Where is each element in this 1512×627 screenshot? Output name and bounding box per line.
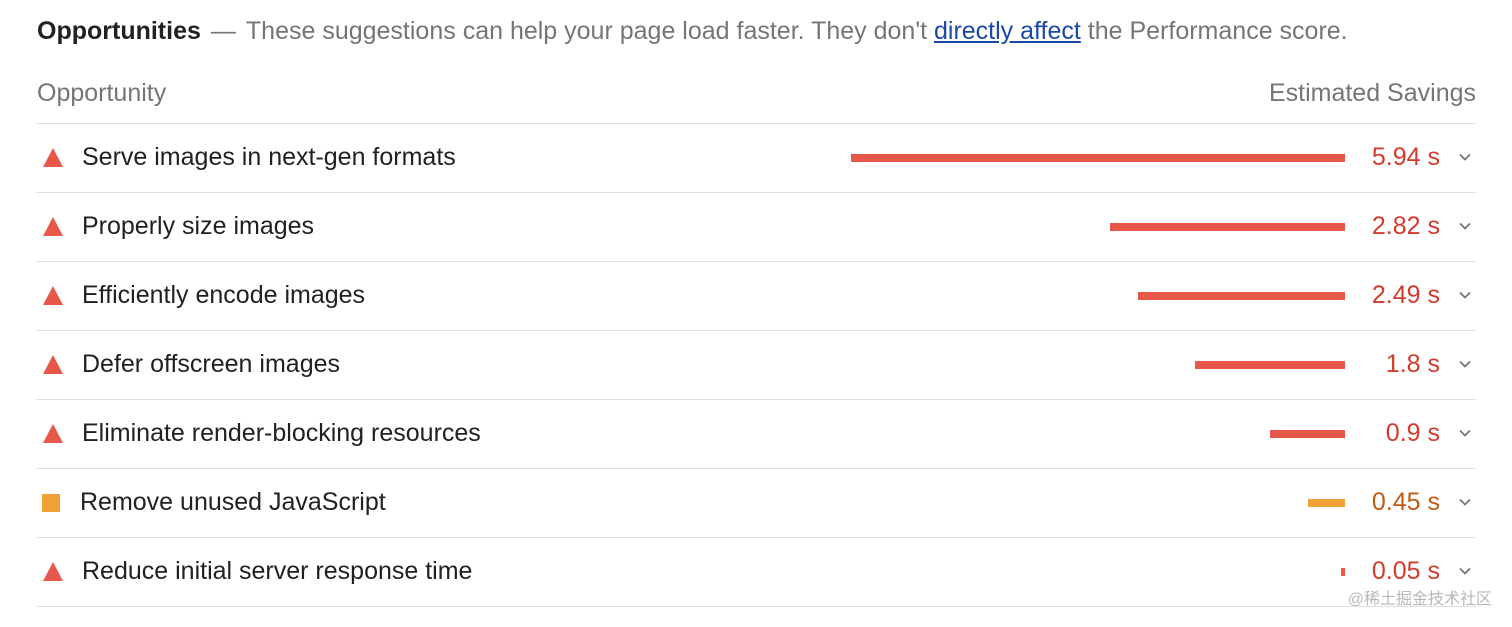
savings-value: 0.9 s bbox=[1385, 419, 1440, 447]
opportunity-row[interactable]: Efficiently encode images 2.49 s bbox=[36, 261, 1476, 330]
opportunity-label: Defer offscreen images bbox=[82, 350, 340, 378]
opportunity-label: Eliminate render-blocking resources bbox=[82, 419, 481, 447]
opportunity-row[interactable]: Remove unused JavaScript 0.45 s bbox=[36, 468, 1476, 537]
chevron-down-icon[interactable] bbox=[1458, 357, 1472, 371]
title-dash: — bbox=[210, 16, 236, 45]
savings-bar bbox=[1195, 361, 1345, 369]
opportunity-row[interactable]: Reduce initial server response time 0.05 … bbox=[36, 537, 1476, 607]
opportunity-row[interactable]: Defer offscreen images 1.8 s bbox=[36, 330, 1476, 399]
triangle-warning-icon bbox=[43, 148, 63, 167]
savings-value: 5.94 s bbox=[1371, 143, 1440, 171]
triangle-warning-icon bbox=[43, 355, 63, 374]
savings-value: 0.45 s bbox=[1371, 488, 1440, 516]
chevron-down-icon[interactable] bbox=[1458, 495, 1472, 509]
opportunity-column-header: Opportunity bbox=[37, 78, 167, 107]
savings-value: 1.8 s bbox=[1385, 350, 1440, 378]
directly-affect-link[interactable]: directly affect bbox=[934, 17, 1081, 45]
opportunities-header: Opportunities — These suggestions can hel… bbox=[37, 12, 1348, 50]
opportunity-row[interactable]: Eliminate render-blocking resources 0.9 s bbox=[36, 399, 1476, 468]
chevron-down-icon[interactable] bbox=[1458, 219, 1472, 233]
savings-bar bbox=[1341, 568, 1345, 576]
estimated-savings-column-header: Estimated Savings bbox=[1268, 78, 1476, 107]
opportunities-table: Serve images in next-gen formats 5.94 s Pr… bbox=[36, 123, 1476, 607]
triangle-warning-icon bbox=[43, 286, 63, 305]
orange-square-icon bbox=[42, 494, 60, 512]
savings-value: 2.49 s bbox=[1371, 281, 1440, 309]
savings-value: 2.82 s bbox=[1371, 212, 1440, 240]
opportunity-label: Serve images in next-gen formats bbox=[82, 143, 456, 171]
opportunity-row[interactable]: Properly size images 2.82 s bbox=[36, 192, 1476, 261]
section-title: Opportunities bbox=[37, 16, 201, 45]
opportunity-label: Reduce initial server response time bbox=[82, 557, 473, 585]
description-text-before: These suggestions can help your page loa… bbox=[245, 16, 928, 45]
savings-bar bbox=[851, 154, 1345, 162]
chevron-down-icon[interactable] bbox=[1458, 288, 1472, 302]
chevron-down-icon[interactable] bbox=[1458, 564, 1472, 578]
opportunity-label: Efficiently encode images bbox=[82, 281, 366, 309]
savings-bar bbox=[1308, 499, 1345, 507]
description-text-after: the Performance score. bbox=[1087, 16, 1348, 45]
savings-bar bbox=[1138, 292, 1345, 300]
chevron-down-icon[interactable] bbox=[1458, 426, 1472, 440]
triangle-warning-icon bbox=[43, 562, 63, 581]
opportunity-row[interactable]: Serve images in next-gen formats 5.94 s bbox=[36, 123, 1476, 192]
opportunity-label: Remove unused JavaScript bbox=[80, 488, 386, 516]
opportunity-label: Properly size images bbox=[82, 212, 315, 240]
savings-bar bbox=[1110, 223, 1345, 231]
chevron-down-icon[interactable] bbox=[1458, 150, 1472, 164]
watermark: @稀土掘金技术社区 bbox=[1347, 591, 1492, 608]
column-headers: Opportunity Estimated Savings bbox=[37, 74, 1476, 112]
triangle-warning-icon bbox=[43, 424, 63, 443]
section-description: — These suggestions can help your page lo… bbox=[201, 17, 1348, 46]
savings-bar bbox=[1270, 430, 1345, 438]
triangle-warning-icon bbox=[43, 217, 63, 236]
